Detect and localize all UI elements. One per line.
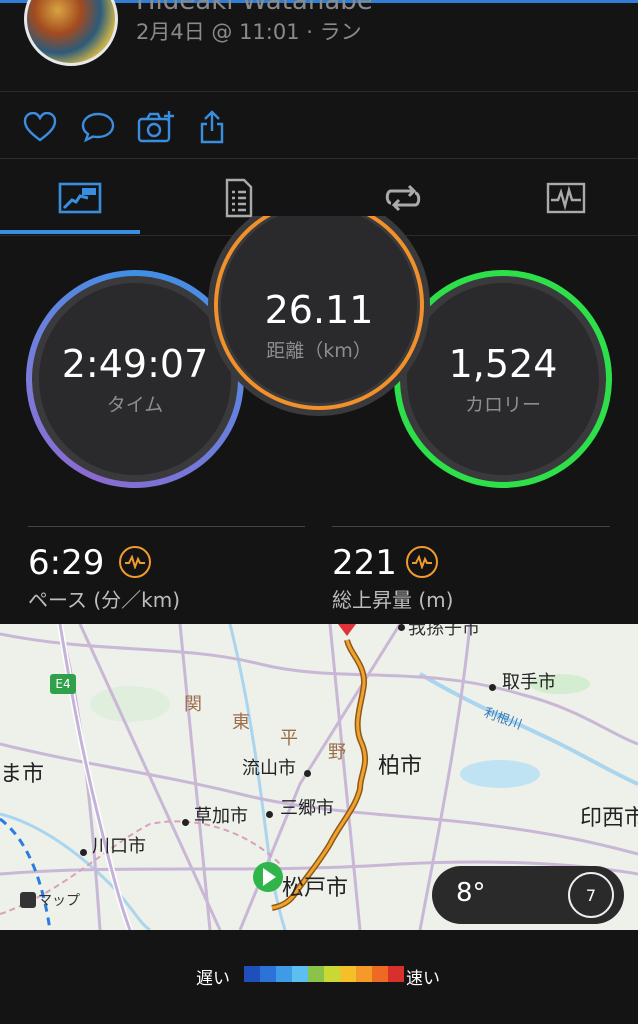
active-tab-indicator — [0, 230, 140, 234]
activity-header: Hideaki Watanabe 2月4日 @ 11:01 · ラン — [0, 0, 638, 92]
map-label-inzai: 印西市 — [580, 806, 638, 831]
pace-color-scale — [244, 966, 404, 982]
legend-swatch-4 — [308, 966, 324, 982]
calories-label: カロリー — [464, 393, 541, 416]
legend-fast-label: 速い — [406, 969, 440, 989]
map-dot — [304, 770, 311, 777]
map-label-kanto-4: 野 — [328, 742, 346, 763]
map-attribution: マップ — [20, 890, 80, 910]
legend-slow-label: 遅い — [196, 969, 230, 989]
legend-swatch-5 — [324, 966, 340, 982]
time-label: タイム — [106, 393, 164, 416]
map-dot — [182, 819, 189, 826]
time-value: 2:49:07 — [61, 341, 209, 386]
wind-speed-value: 7 — [585, 885, 597, 905]
elevation-chart-icon[interactable] — [406, 546, 438, 578]
divider — [28, 526, 305, 527]
map-label-misato: 三郷市 — [280, 798, 334, 819]
map-attribution-label: マップ — [38, 893, 80, 909]
avatar[interactable] — [24, 0, 118, 66]
map-dot — [266, 811, 273, 818]
details-list-icon — [225, 178, 252, 218]
laps-loop-icon — [385, 184, 420, 212]
map-label-nagareyama: 流山市 — [242, 758, 296, 779]
map-label-matsudo: 松戸市 — [282, 876, 349, 901]
map-dot — [80, 849, 87, 856]
map-label-kashiwa: 柏市 — [378, 754, 423, 779]
distance-label: 距離（km） — [266, 339, 372, 362]
legend-swatch-2 — [276, 966, 292, 982]
distance-value: 26.11 — [264, 287, 374, 332]
tab-overview[interactable] — [0, 160, 159, 236]
legend-swatch-3 — [292, 966, 308, 982]
road-shield: E4 — [50, 674, 76, 694]
map-label-kanto-2: 東 — [232, 712, 250, 733]
overview-map-icon — [58, 182, 101, 214]
pace-legend: 遅い 速い — [0, 930, 638, 1024]
action-bar — [0, 93, 638, 159]
legend-swatch-0 — [244, 966, 260, 982]
map-label-soka: 草加市 — [194, 806, 248, 827]
heart-icon[interactable] — [20, 107, 60, 147]
elevation-label: 総上昇量 (m) — [332, 588, 454, 612]
map-label-kanto-3: 平 — [280, 728, 298, 749]
legend-swatch-8 — [372, 966, 388, 982]
map-label-saitama: ま市 — [0, 762, 45, 787]
divider — [332, 526, 610, 527]
map-label-kanto-1: 関 — [184, 694, 202, 715]
apple-maps-icon — [20, 892, 36, 908]
activity-date-type: 2月4日 @ 11:01 · ラン — [136, 20, 362, 44]
calories-value: 1,524 — [448, 341, 558, 386]
comment-icon[interactable] — [78, 107, 118, 147]
share-icon[interactable] — [192, 107, 232, 147]
legend-swatch-9 — [388, 966, 404, 982]
user-name[interactable]: Hideaki Watanabe — [136, 0, 373, 16]
distance-ring-clip: 26.11 距離（km） — [208, 216, 430, 416]
legend-swatch-7 — [356, 966, 372, 982]
map-dot — [398, 624, 405, 631]
tab-charts[interactable] — [486, 160, 638, 236]
map-label-top-city: 我孫子市 — [408, 624, 480, 639]
map-label-kawaguchi: 川口市 — [92, 836, 146, 857]
map-label-toride: 取手市 — [502, 672, 556, 693]
elevation-value: 221 — [332, 543, 397, 583]
add-photo-icon[interactable] — [136, 107, 176, 147]
pace-label: ペース (分／km) — [28, 588, 181, 612]
charts-icon — [546, 182, 585, 214]
pace-value: 6:29 — [28, 543, 105, 583]
temperature: 8° — [456, 878, 486, 908]
pace-chart-icon[interactable] — [119, 546, 151, 578]
weather-badge[interactable]: 8° 7 — [432, 866, 624, 924]
legend-swatch-1 — [260, 966, 276, 982]
map-dot — [489, 684, 496, 691]
wind-speed-dial: 7 — [568, 872, 614, 918]
legend-swatch-6 — [340, 966, 356, 982]
